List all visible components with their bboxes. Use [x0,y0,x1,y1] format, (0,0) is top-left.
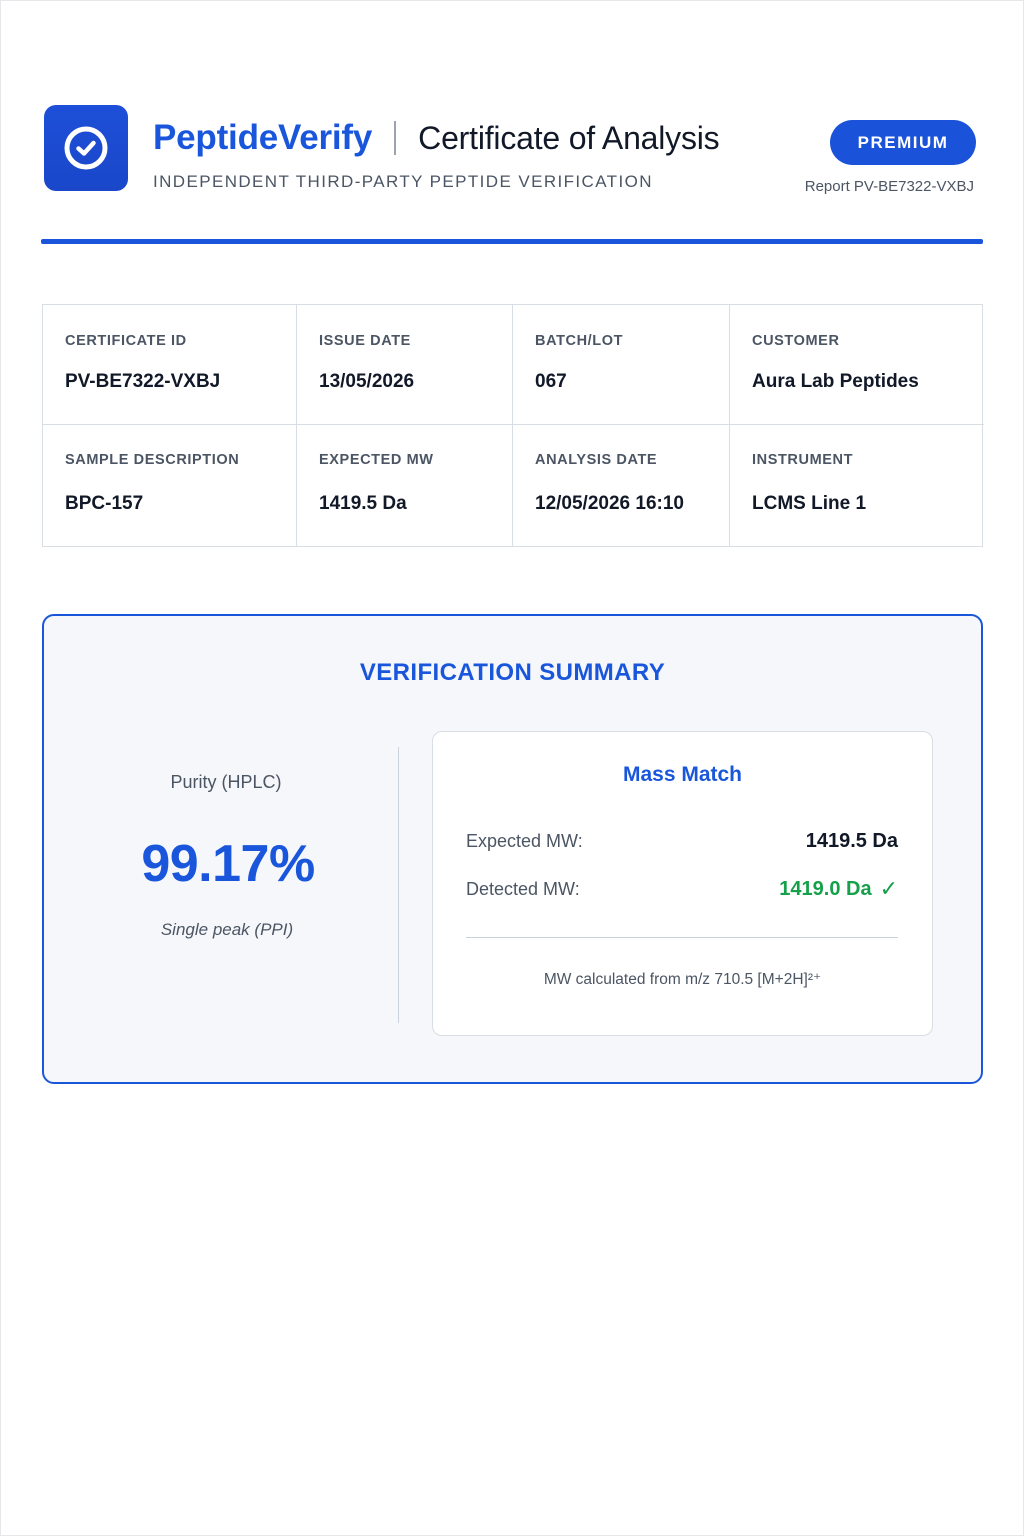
issue-date-label: ISSUE DATE [319,333,411,349]
title-separator [394,121,397,155]
verification-summary-panel: VERIFICATION SUMMARY Purity (HPLC) 99.17… [42,614,983,1084]
certificate-id-value: PV-BE7322-VXBJ [65,371,221,392]
header-divider [41,239,983,244]
mass-expected-label: Expected MW: [466,830,583,851]
logo-tile [44,105,128,191]
report-reference: Report PV-BE7322-VXBJ [804,178,974,195]
checkmark-icon: ✓ [879,876,898,901]
purity-label: Purity (HPLC) [170,772,282,792]
batch-lot-label: BATCH/LOT [535,333,624,349]
certificate-info-grid: CERTIFICATE ID PV-BE7322-VXBJ ISSUE DATE… [42,304,984,547]
mass-divider [466,937,898,938]
expected-mw-cell: EXPECTED MW 1419.5 Da [297,425,513,546]
premium-badge: PREMIUM [830,120,976,165]
analysis-date-value: 12/05/2026 16:10 [535,493,684,514]
instrument-cell: INSTRUMENT LCMS Line 1 [730,425,984,546]
certificate-page: PeptideVerify Certificate of Analysis IN… [0,0,1024,1536]
summary-title: VERIFICATION SUMMARY [359,659,666,686]
detected-mw-row: Detected MW: 1419.0 Da ✓ [466,875,898,903]
sample-description-value: BPC-157 [65,493,144,514]
instrument-label: INSTRUMENT [752,452,854,468]
certificate-id-cell: CERTIFICATE ID PV-BE7322-VXBJ [43,305,297,425]
expected-mw-row: Expected MW: 1419.5 Da [466,827,898,855]
mass-expected-value: 1419.5 Da [805,829,898,852]
mass-footnote: MW calculated from m/z 710.5 [M+2H]²⁺ [543,971,822,988]
check-circle-icon [64,126,108,170]
mass-detected-label: Detected MW: [466,878,580,899]
tagline: INDEPENDENT THIRD-PARTY PEPTIDE VERIFICA… [153,172,653,191]
expected-mw-value: 1419.5 Da [319,493,407,514]
batch-lot-value: 067 [535,371,567,392]
mass-match-title: Mass Match [622,763,743,786]
purity-value: 99.17% [141,835,315,893]
instrument-value: LCMS Line 1 [752,493,867,514]
sample-description-label: SAMPLE DESCRIPTION [65,452,240,468]
batch-lot-cell: BATCH/LOT 067 [513,305,730,425]
customer-value: Aura Lab Peptides [752,371,919,392]
mass-detected-value-group: 1419.0 Da ✓ [779,878,898,901]
customer-cell: CUSTOMER Aura Lab Peptides [730,305,984,425]
header-title-row: PeptideVerify Certificate of Analysis [153,115,720,161]
certificate-id-label: CERTIFICATE ID [65,333,187,349]
analysis-date-cell: ANALYSIS DATE 12/05/2026 16:10 [513,425,730,546]
analysis-date-label: ANALYSIS DATE [535,452,658,468]
brand-name: PeptideVerify [153,118,373,157]
purity-note: Single peak (PPI) [160,920,294,939]
issue-date-value: 13/05/2026 [319,371,415,392]
expected-mw-label: EXPECTED MW [319,452,434,468]
mass-detected-value: 1419.0 Da [779,877,872,900]
document-title: Certificate of Analysis [418,119,720,156]
sample-description-cell: SAMPLE DESCRIPTION BPC-157 [43,425,297,546]
mass-match-card: Mass Match Expected MW: 1419.5 Da Detect… [432,731,933,1036]
summary-divider [398,747,399,1023]
issue-date-cell: ISSUE DATE 13/05/2026 [297,305,513,425]
customer-label: CUSTOMER [752,333,840,349]
